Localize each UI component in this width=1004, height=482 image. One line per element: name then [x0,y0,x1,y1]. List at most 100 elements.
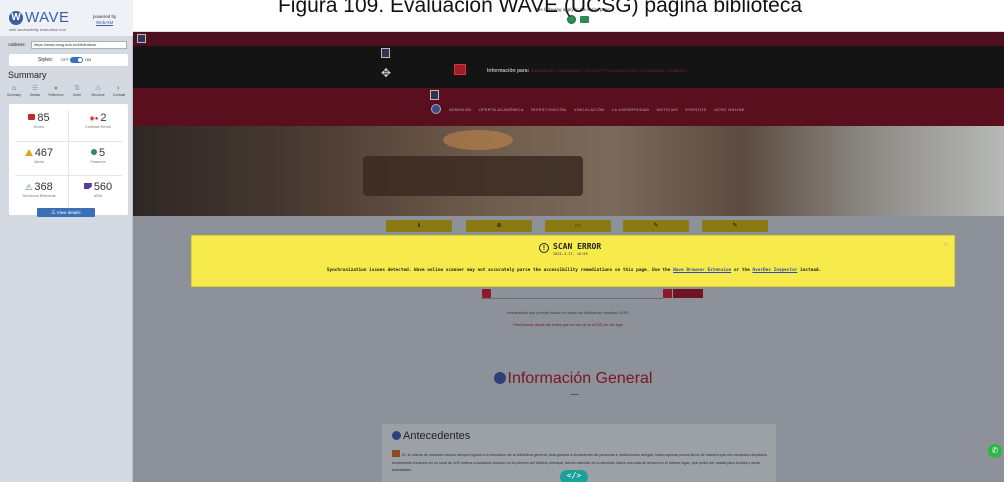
menu-item-noticias[interactable]: NOTICIAS [657,107,678,112]
address-input[interactable]: https://www.ucsg.edu.ec/biblioteca/ [31,41,127,49]
overdev-inspector-link[interactable]: OverDev Inspector [752,268,797,273]
view-details-label: View details [56,210,81,215]
antecedentes-text: Antecedentes [403,430,471,442]
wave-structure-icon[interactable] [137,34,146,43]
error-icon [28,114,36,120]
tab-structure[interactable]: ⚠ Structure [90,84,106,102]
external-access-link[interactable]: Para buscar desde las redes que no son d… [433,323,703,327]
whatsapp-icon[interactable]: ✆ [988,444,1002,458]
screenshot-root: Figura 109. Evaluación WAVE (UCSG) págin… [0,0,1004,482]
tab-label: Details [29,93,41,97]
figure-caption: Figura 109. Evaluación WAVE (UCSG) págin… [277,0,803,17]
quick-link-button[interactable]: ✎ [702,220,768,232]
alerts-count: 467 [34,147,54,159]
scan-error-title: SCAN ERROR [553,242,602,251]
contrast-error-icon: ◉● [89,116,99,122]
scan-error-banner: ! SCAN ERROR 2025-4-17, 16:59 Synchroniz… [191,235,955,287]
features-count: 5 [98,147,106,159]
menu-item-eventos[interactable]: EVENTOS [685,107,706,112]
message-pre: Synchronization issues detected. Wave on… [326,268,674,273]
wave-logo-icon: W [9,11,23,25]
code-view-button[interactable]: </> [560,470,588,482]
address-label: Address: [8,42,26,47]
wave-error-badge-icon[interactable] [454,64,466,75]
home-dot-icon[interactable] [431,104,441,114]
message-post: instead. [797,268,822,273]
stat-alerts[interactable]: 467 Alerts [11,147,67,165]
wave-structure-icon[interactable] [381,48,390,58]
top-band [133,32,1004,46]
view-details-button[interactable]: ☰ View details [37,208,95,217]
tab-label: Structure [91,93,105,97]
feature-icon [90,149,97,155]
card-divider [68,110,69,208]
heading-marker-icon [392,431,401,440]
styles-on-label: ON [85,57,91,62]
stat-contrast[interactable]: ◉● 2 Contrast Errors [70,112,126,130]
card-divider [15,141,122,142]
search-button[interactable] [673,289,703,298]
wave-structure-icon[interactable] [430,90,439,100]
contrast-label: Contrast Errors [85,125,111,129]
wave-extension-link[interactable]: Wave Browser Extension [673,268,731,273]
quick-link-button[interactable]: ▭ [545,220,611,232]
webaim-link[interactable]: WebAIM [96,20,113,25]
quick-link-button[interactable]: ⊕ [466,220,532,232]
photo-desk [363,156,583,196]
stat-structure[interactable]: ⚠ 368 Structural Elements [11,181,67,199]
tab-contrast[interactable]: ◐ Contrast [111,84,127,102]
tab-order[interactable]: ⇅ Order [69,84,85,102]
wave-error-icon[interactable] [482,289,491,298]
image-icon [392,450,400,457]
wave-tabs: ⌂ Summary ☰ Details ● Reference ⇅ Order … [6,84,130,102]
quick-link-button[interactable]: ✎ [623,220,689,232]
menu-item-investigacion[interactable]: INVESTIGACIÓN [531,107,566,112]
styles-toggle[interactable] [70,57,83,63]
tab-details[interactable]: ☰ Details [27,84,43,102]
structure-icon: ⚠ [94,85,102,92]
structure-count: 368 [34,181,53,193]
alerts-label: Alerts [34,160,44,164]
library-photo [133,126,1004,216]
aria-icon [83,183,92,189]
alert-icon [24,149,33,156]
menu-item-vinculacion[interactable]: VINCULACIÓN [574,107,605,112]
tab-label: Order [72,93,82,97]
title-underline [571,394,579,395]
styles-off-label: OFF [61,57,69,62]
tab-label: Reference [48,93,64,97]
stat-aria[interactable]: 560 ARIA [70,181,126,199]
tab-summary[interactable]: ⌂ Summary [6,84,22,102]
wave-brand: WAVE [25,9,70,26]
site-header: ✥ Información para: Estudiantes | Gradua… [133,46,1004,88]
library-search-input[interactable] [481,290,663,299]
info-label: Información para: [487,68,530,74]
section-title-text: Información General [507,370,653,387]
card-divider [15,175,122,176]
quick-link-button[interactable]: ℹ [386,220,452,232]
tab-label: Summary [6,93,22,97]
search-description: Herramienta que permite buscar en todas … [506,311,630,315]
wave-error-icon[interactable] [663,289,672,298]
scan-error-message: Synchronization issues detected. Wave on… [192,268,956,273]
tab-reference[interactable]: ● Reference [48,84,64,102]
university-logo-icon[interactable]: ✥ [381,66,395,80]
summary-card: 85 Errors ◉● 2 Contrast Errors 467 Alerts… [9,104,128,215]
tab-label: Contrast [112,93,126,97]
info-links[interactable]: Estudiantes | Graduados | Alumnos | Pers… [531,68,687,73]
main-nav: ADMISIÓN OFERTA ACADÉMICA INVESTIGACIÓN … [133,88,1004,126]
menu-item-universidad[interactable]: LA UNIVERSIDAD [612,107,649,112]
close-icon[interactable]: × [943,240,948,249]
menu-item-admision[interactable]: ADMISIÓN [449,107,471,112]
errors-count: 85 [37,112,50,124]
styles-toggle-box: Styles: OFF ON [9,54,128,66]
address-row: Address: https://www.ucsg.edu.ec/bibliot… [8,41,128,49]
stat-features[interactable]: 5 Features [70,147,126,165]
menu-item-oferta[interactable]: OFERTA ACADÉMICA [479,107,524,112]
heading-marker-icon [493,372,506,384]
stat-errors[interactable]: 85 Errors [11,112,67,130]
main-menu: ADMISIÓN OFERTA ACADÉMICA INVESTIGACIÓN … [449,107,751,112]
message-mid: or the [731,268,753,273]
contrast-icon: ◐ [116,85,122,92]
menu-item-online[interactable]: UCSG ONLINE [714,107,745,112]
